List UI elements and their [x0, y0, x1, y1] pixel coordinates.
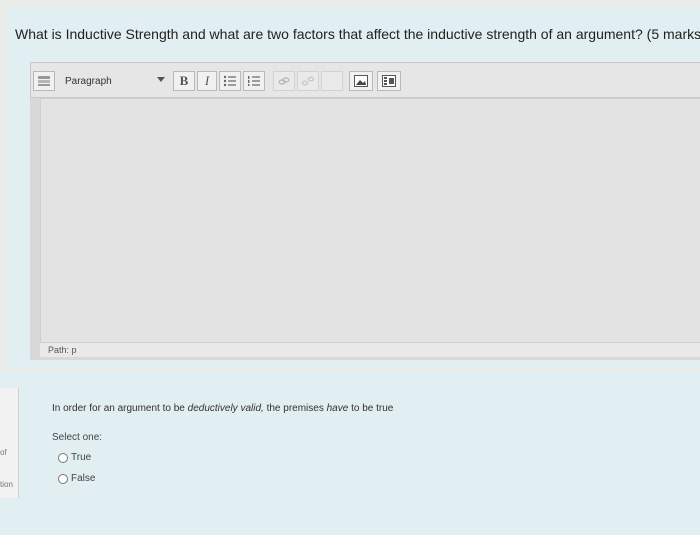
question-2-panel — [0, 372, 700, 534]
paragraph-format-label: Paragraph — [65, 75, 112, 87]
unlink-icon[interactable] — [297, 71, 319, 91]
italic-button[interactable]: I — [197, 71, 217, 91]
option-true-label: True — [71, 452, 92, 463]
option-true[interactable]: True — [58, 452, 91, 463]
anchor-icon[interactable] — [321, 71, 343, 91]
editor-toolbar: Paragraph B I — [30, 62, 700, 98]
left-edge-text-2: tion — [0, 480, 13, 489]
question-1-text: What is Inductive Strength and what are … — [15, 26, 700, 42]
paragraph-format-select[interactable]: Paragraph — [59, 71, 169, 91]
option-false[interactable]: False — [58, 473, 95, 484]
select-one-label: Select one: — [52, 432, 103, 443]
left-nav-edge: of tion — [0, 388, 19, 498]
chevron-down-icon — [157, 77, 165, 82]
toggle-toolbar-icon[interactable] — [33, 71, 55, 91]
rich-text-editor: Paragraph B I Path: p — [30, 62, 700, 360]
option-false-label: False — [71, 473, 96, 484]
left-edge-text-1: of — [0, 448, 7, 457]
bold-button[interactable]: B — [173, 71, 195, 91]
radio-false[interactable] — [58, 473, 68, 484]
radio-true[interactable] — [58, 452, 68, 463]
question-2-text: In order for an argument to be deductive… — [52, 403, 394, 414]
insert-image-icon[interactable] — [349, 71, 373, 91]
editor-status-path: Path: p — [40, 342, 700, 357]
editor-content-area[interactable] — [40, 98, 700, 350]
ordered-list-icon[interactable] — [243, 71, 265, 91]
link-icon[interactable] — [273, 71, 295, 91]
unordered-list-icon[interactable] — [219, 71, 241, 91]
insert-media-icon[interactable] — [377, 71, 401, 91]
